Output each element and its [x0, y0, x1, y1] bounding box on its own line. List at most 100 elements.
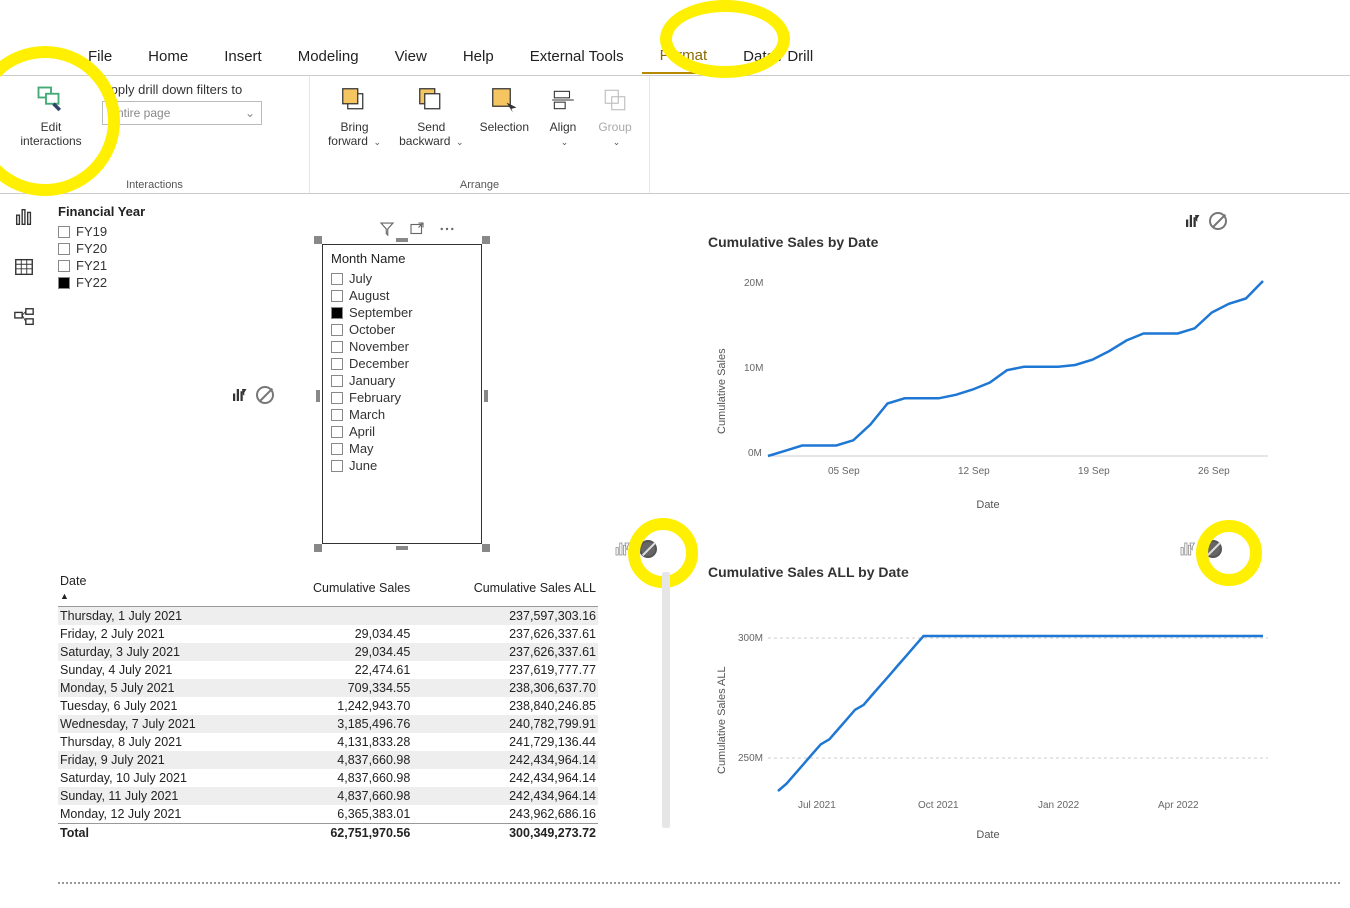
filter-interaction-icon[interactable] — [1183, 212, 1201, 230]
menu-item-external-tools[interactable]: External Tools — [512, 40, 642, 73]
checkbox-icon — [331, 273, 343, 285]
chart-cumulative-sales-all[interactable]: Cumulative Sales ALL by Date Cumulative … — [708, 564, 1268, 854]
cell-value: 240,782,799.91 — [412, 715, 598, 733]
drill-filter-dropdown[interactable]: Entire page ⌄ — [102, 101, 262, 125]
chevron-down-icon: ⌄ — [245, 106, 255, 120]
slicer-item-label: June — [349, 458, 377, 473]
cell-value: 238,840,246.85 — [412, 697, 598, 715]
column-header[interactable]: Cumulative Sales — [263, 570, 412, 607]
column-header[interactable]: Date▲ — [58, 570, 263, 607]
slicer-item[interactable]: March — [331, 406, 473, 423]
table-row[interactable]: Sunday, 11 July 20214,837,660.98242,434,… — [58, 787, 598, 805]
checkbox-icon — [331, 409, 343, 421]
slicer-item[interactable]: FY20 — [58, 240, 203, 257]
slicer-item[interactable]: August — [331, 287, 473, 304]
x-axis-label: Date — [708, 499, 1268, 511]
menu-item-data-drill[interactable]: Data / Drill — [725, 40, 831, 73]
slicer-item[interactable]: July — [331, 270, 473, 287]
align-button[interactable]: Align⌄ — [545, 82, 581, 148]
slicer-financial-year[interactable]: Financial Year FY19FY20FY21FY22 — [58, 204, 203, 291]
report-view-icon[interactable] — [13, 206, 35, 228]
selection-label: Selection — [480, 120, 529, 134]
menu-item-insert[interactable]: Insert — [206, 40, 280, 73]
table-row[interactable]: Wednesday, 7 July 20213,185,496.76240,78… — [58, 715, 598, 733]
column-header[interactable]: Cumulative Sales ALL — [412, 570, 598, 607]
cell-value: 4,837,660.98 — [263, 769, 412, 787]
svg-text:Apr 2022: Apr 2022 — [1158, 800, 1199, 811]
slicer-item[interactable]: November — [331, 338, 473, 355]
menu-item-view[interactable]: View — [377, 40, 445, 73]
table-row[interactable]: Saturday, 3 July 202129,034.45237,626,33… — [58, 643, 598, 661]
cell-value: 4,837,660.98 — [263, 787, 412, 805]
slicer-item[interactable]: December — [331, 355, 473, 372]
cell-value: 1,242,943.70 — [263, 697, 412, 715]
table-row[interactable]: Monday, 12 July 20216,365,383.01243,962,… — [58, 805, 598, 824]
slicer-month-name[interactable]: Month Name JulyAugustSeptemberOctoberNov… — [322, 244, 482, 544]
slicer-item-label: December — [349, 356, 409, 371]
checkbox-icon — [331, 426, 343, 438]
none-interaction-icon[interactable] — [256, 386, 274, 404]
table-row[interactable]: Saturday, 10 July 20214,837,660.98242,43… — [58, 769, 598, 787]
checkbox-icon — [331, 341, 343, 353]
send-backward-icon — [416, 85, 446, 115]
table-row[interactable]: Thursday, 8 July 20214,131,833.28241,729… — [58, 733, 598, 751]
table-row[interactable]: Tuesday, 6 July 20211,242,943.70238,840,… — [58, 697, 598, 715]
filter-interaction-icon[interactable] — [230, 386, 248, 404]
model-view-icon[interactable] — [13, 306, 35, 328]
slicer-item[interactable]: January — [331, 372, 473, 389]
data-table[interactable]: Date▲ Cumulative Sales Cumulative Sales … — [58, 570, 598, 842]
table-row[interactable]: Friday, 2 July 202129,034.45237,626,337.… — [58, 625, 598, 643]
checkbox-icon — [331, 290, 343, 302]
none-interaction-icon[interactable] — [1209, 212, 1227, 230]
cell-value: 238,306,637.70 — [412, 679, 598, 697]
cell-value: 4,837,660.98 — [263, 751, 412, 769]
slicer-item[interactable]: June — [331, 457, 473, 474]
slicer-item[interactable]: FY21 — [58, 257, 203, 274]
checkbox-icon — [58, 226, 70, 238]
none-interaction-icon[interactable] — [639, 540, 657, 558]
chart-cumulative-sales[interactable]: Cumulative Sales by Date Cumulative Sale… — [708, 234, 1268, 524]
selection-button[interactable]: Selection — [480, 82, 529, 134]
slicer-item-label: May — [349, 441, 374, 456]
table-row[interactable]: Friday, 9 July 20214,837,660.98242,434,9… — [58, 751, 598, 769]
data-view-icon[interactable] — [13, 256, 35, 278]
slicer-item[interactable]: FY22 — [58, 274, 203, 291]
filter-interaction-icon[interactable] — [1178, 540, 1196, 558]
slicer-title: Month Name — [331, 251, 473, 266]
svg-text:250M: 250M — [738, 753, 763, 764]
chart-title: Cumulative Sales ALL by Date — [708, 564, 1268, 580]
scrollbar[interactable] — [662, 572, 670, 828]
more-options-icon[interactable] — [438, 220, 456, 238]
send-backward-button[interactable]: Send backward ⌄ — [399, 82, 464, 148]
menu-item-format[interactable]: Format — [642, 39, 726, 74]
none-interaction-icon[interactable] — [1204, 540, 1222, 558]
svg-text:20M: 20M — [744, 278, 763, 289]
y-axis-label: Cumulative Sales — [716, 348, 728, 434]
filter-interaction-icon[interactable] — [613, 540, 631, 558]
slicer-item[interactable]: FY19 — [58, 223, 203, 240]
table-row[interactable]: Thursday, 1 July 2021237,597,303.16 — [58, 607, 598, 626]
slicer-item[interactable]: October — [331, 321, 473, 338]
table-row[interactable]: Monday, 5 July 2021709,334.55238,306,637… — [58, 679, 598, 697]
slicer-item[interactable]: September — [331, 304, 473, 321]
menu-item-home[interactable]: Home — [130, 40, 206, 73]
cell-value: 22,474.61 — [263, 661, 412, 679]
filter-icon[interactable] — [378, 220, 396, 238]
cell-date: Monday, 12 July 2021 — [58, 805, 263, 824]
align-label: Align — [550, 120, 577, 134]
table-row[interactable]: Sunday, 4 July 202122,474.61237,619,777.… — [58, 661, 598, 679]
focus-mode-icon[interactable] — [408, 220, 426, 238]
slicer-item[interactable]: February — [331, 389, 473, 406]
edit-interactions-button[interactable]: Edit interactions — [16, 82, 86, 148]
menu-item-help[interactable]: Help — [445, 40, 512, 73]
cell-value: 243,962,686.16 — [412, 805, 598, 824]
slicer-title: Financial Year — [58, 204, 203, 219]
slicer-item-label: March — [349, 407, 385, 422]
slicer-item[interactable]: May — [331, 440, 473, 457]
bring-forward-button[interactable]: Bring forward ⌄ — [326, 82, 383, 148]
ribbon-group-interactions: Edit interactions Apply drill down filte… — [0, 76, 310, 193]
slicer-item[interactable]: April — [331, 423, 473, 440]
menu-item-modeling[interactable]: Modeling — [280, 40, 377, 73]
menu-item-file[interactable]: File — [70, 40, 130, 73]
cell-date: Friday, 2 July 2021 — [58, 625, 263, 643]
